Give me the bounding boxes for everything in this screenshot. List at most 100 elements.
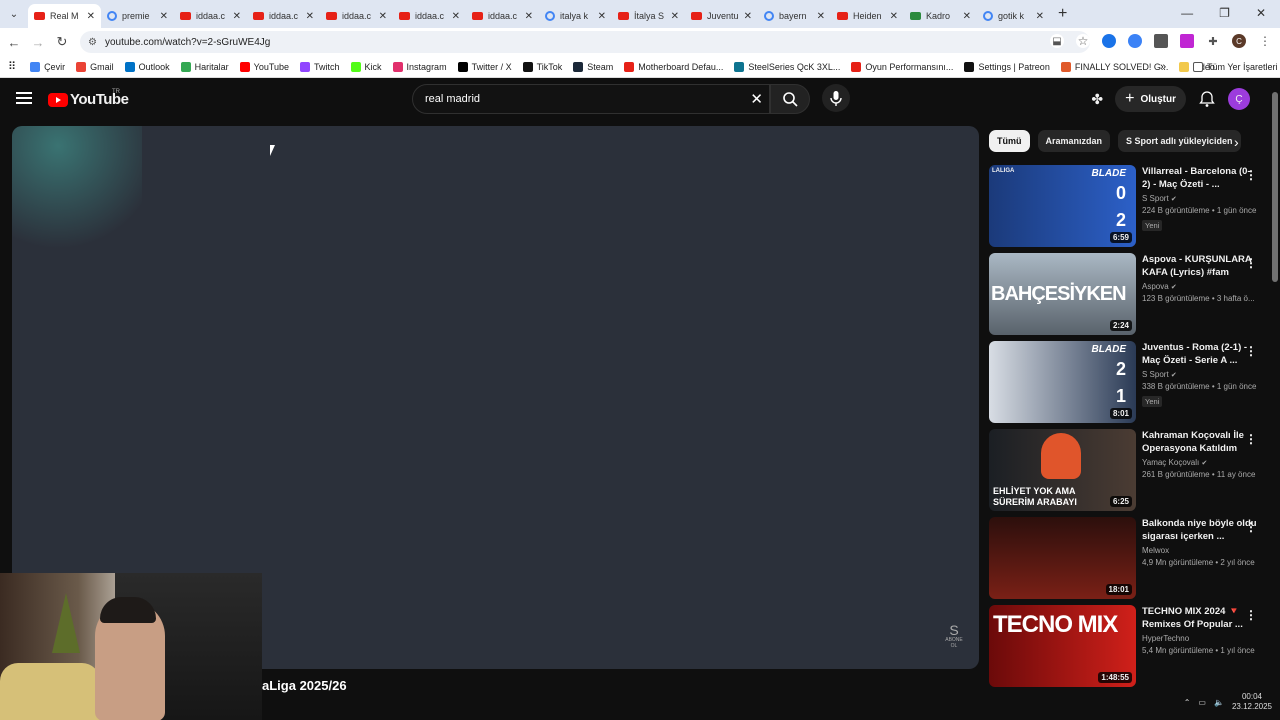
video-title[interactable]: Balkonda niye böyle oldu sigarası içerke… (1142, 517, 1257, 543)
tab-close-icon[interactable]: ✕ (671, 11, 679, 22)
chips-next-icon[interactable]: › (1234, 134, 1239, 150)
tab-close-icon[interactable]: ✕ (525, 11, 533, 22)
bookmark-item[interactable]: TikTok (522, 61, 562, 72)
clock[interactable]: 00:04 23.12.2025 (1232, 692, 1272, 712)
channel-name[interactable]: Aspova ✔ (1142, 282, 1257, 291)
recommended-video[interactable]: BLADE LALIGA 0 2 6:59 Villarreal - Barcelon… (989, 165, 1269, 247)
account-avatar[interactable]: Ç (1228, 88, 1250, 110)
reload-icon[interactable]: ↻ (50, 34, 74, 50)
video-thumbnail[interactable]: BLADE 2 1 8:01 (989, 341, 1136, 423)
video-thumbnail[interactable]: BLADE LALIGA 0 2 6:59 (989, 165, 1136, 247)
install-icon[interactable]: ⬓ (1050, 34, 1064, 48)
site-info-icon[interactable]: ⚙ (88, 37, 97, 48)
recommended-video[interactable]: BLADE 2 1 8:01 Juventus - Roma (2-1) - Maç… (989, 341, 1269, 423)
bookmark-item[interactable]: Kick (350, 61, 382, 72)
bookmark-item[interactable]: FINALLY SOLVED! G... (1060, 61, 1168, 72)
bookmark-item[interactable]: Settings | Patreon (964, 61, 1050, 72)
tray-chevron-icon[interactable]: ⌃ (1184, 698, 1191, 707)
filter-chip[interactable]: Aramanızdan (1037, 130, 1111, 152)
clear-search-icon[interactable]: ✕ (750, 90, 763, 108)
extension-icon[interactable] (1154, 34, 1168, 48)
more-actions-icon[interactable]: ⋮ (1245, 520, 1257, 534)
bookmark-item[interactable]: Steam (573, 61, 613, 72)
channel-name[interactable]: Yamaç Koçovalı ✔ (1142, 458, 1257, 467)
browser-tab[interactable]: İtalya S ✕ (612, 4, 685, 28)
browser-tab[interactable]: italya k ✕ (539, 4, 612, 28)
browser-tab[interactable]: iddaa.c ✕ (320, 4, 393, 28)
video-thumbnail[interactable]: BAHÇESİYKEN 2:24 (989, 253, 1136, 335)
all-bookmarks[interactable]: Tüm Yer İşaretleri (1193, 61, 1278, 72)
network-icon[interactable]: ▭ (1198, 698, 1206, 707)
bookmark-item[interactable]: Çevir (30, 61, 65, 72)
browser-tab[interactable]: Real M ✕ (28, 4, 101, 28)
more-actions-icon[interactable]: ⋮ (1245, 344, 1257, 358)
tab-close-icon[interactable]: ✕ (598, 11, 606, 22)
video-thumbnail[interactable]: EHLİYET YOK AMA SÜRERİM ARABAYI 6:25 (989, 429, 1136, 511)
bookmark-item[interactable]: Haritalar (180, 61, 229, 72)
recommended-video[interactable]: BAHÇESİYKEN 2:24 Aspova - KURŞUNLARA KAF… (989, 253, 1269, 335)
bookmark-item[interactable]: Outlook (124, 61, 170, 72)
tab-close-icon[interactable]: ✕ (744, 11, 752, 22)
bookmark-item[interactable]: Gmail (76, 61, 114, 72)
tab-close-icon[interactable]: ✕ (452, 11, 460, 22)
tab-close-icon[interactable]: ✕ (379, 11, 387, 22)
tab-close-icon[interactable]: ✕ (160, 11, 168, 22)
bookmark-item[interactable]: YouTube (239, 61, 289, 72)
recommended-video[interactable]: 18:01 Balkonda niye böyle oldu sigarası … (989, 517, 1269, 599)
bookmark-star-icon[interactable]: ☆ (1076, 34, 1090, 48)
tab-search-icon[interactable]: ⌄ (0, 0, 28, 28)
browser-tab[interactable]: iddaa.c ✕ (393, 4, 466, 28)
extension-icon[interactable] (1180, 34, 1194, 48)
guide-menu-icon[interactable] (16, 92, 32, 104)
filter-chip[interactable]: Tümü (989, 130, 1030, 152)
more-actions-icon[interactable]: ⋮ (1245, 168, 1257, 182)
youtube-logo[interactable]: YouTube TR (48, 89, 129, 108)
browser-tab[interactable]: Kadro ✕ (904, 4, 977, 28)
back-icon[interactable]: ← (2, 35, 26, 50)
minimize-icon[interactable]: — (1181, 6, 1193, 20)
voice-search-button[interactable] (822, 84, 850, 112)
browser-tab[interactable]: iddaa.c ✕ (174, 4, 247, 28)
recommended-video[interactable]: EHLİYET YOK AMA SÜRERİM ARABAYI 6:25 Kah… (989, 429, 1269, 511)
browser-tab[interactable]: Heiden ✕ (831, 4, 904, 28)
browser-tab[interactable]: premie ✕ (101, 4, 174, 28)
video-title[interactable]: Kahraman Koçovalı İle Operasyona Katıldı… (1142, 429, 1257, 455)
notifications-bell-icon[interactable] (1198, 90, 1216, 108)
bookmark-item[interactable]: Twitter / X (457, 61, 512, 72)
browser-tab[interactable]: iddaa.c ✕ (466, 4, 539, 28)
video-thumbnail[interactable]: 18:01 (989, 517, 1136, 599)
bookmark-item[interactable]: SteelSeries QcK 3XL... (734, 61, 840, 72)
new-tab-button[interactable]: + (1058, 5, 1067, 23)
puzzle-icon[interactable]: ✚ (1206, 34, 1220, 48)
bookmark-item[interactable]: Twitch (300, 61, 340, 72)
close-window-icon[interactable]: ✕ (1256, 6, 1266, 20)
volume-icon[interactable]: 🔈 (1214, 698, 1224, 707)
url-field[interactable]: ⚙ youtube.com/watch?v=2-sGruWE4Jg (80, 31, 1090, 53)
channel-name[interactable]: HyperTechno (1142, 634, 1257, 643)
profile-avatar[interactable]: C (1232, 34, 1246, 48)
recommended-video[interactable]: TECNO MIX 1:48:55 TECHNO MIX 2024 🔻 Remi… (989, 605, 1269, 687)
browser-tab[interactable]: gotik k ✕ (977, 4, 1050, 28)
bookmark-item[interactable]: Motherboard Defau... (624, 61, 723, 72)
restore-icon[interactable]: ❐ (1219, 6, 1230, 20)
cast-icon[interactable]: ✤ (1091, 91, 1103, 108)
search-input[interactable]: real madrid ✕ (412, 84, 770, 114)
tab-close-icon[interactable]: ✕ (963, 11, 971, 22)
tab-close-icon[interactable]: ✕ (306, 11, 314, 22)
channel-name[interactable]: S Sport ✔ (1142, 194, 1257, 203)
browser-tab[interactable]: iddaa.c ✕ (247, 4, 320, 28)
browser-tab[interactable]: bayern ✕ (758, 4, 831, 28)
page-scrollbar[interactable] (1272, 92, 1278, 282)
create-button[interactable]: + Oluştur (1115, 86, 1186, 112)
filter-chip[interactable]: S Sport adlı yükleyiciden (1118, 130, 1241, 152)
tab-close-icon[interactable]: ✕ (817, 11, 825, 22)
video-thumbnail[interactable]: TECNO MIX 1:48:55 (989, 605, 1136, 687)
more-actions-icon[interactable]: ⋮ (1245, 608, 1257, 622)
tab-close-icon[interactable]: ✕ (233, 11, 241, 22)
extension-icon[interactable] (1128, 34, 1142, 48)
tab-close-icon[interactable]: ✕ (890, 11, 898, 22)
browser-tab[interactable]: Juventu ✕ (685, 4, 758, 28)
apps-icon[interactable]: ⠿ (8, 60, 16, 73)
video-title[interactable]: TECHNO MIX 2024 🔻 Remixes Of Popular ... (1142, 605, 1257, 631)
subscribe-watermark[interactable]: S ABONE OL (943, 623, 965, 653)
